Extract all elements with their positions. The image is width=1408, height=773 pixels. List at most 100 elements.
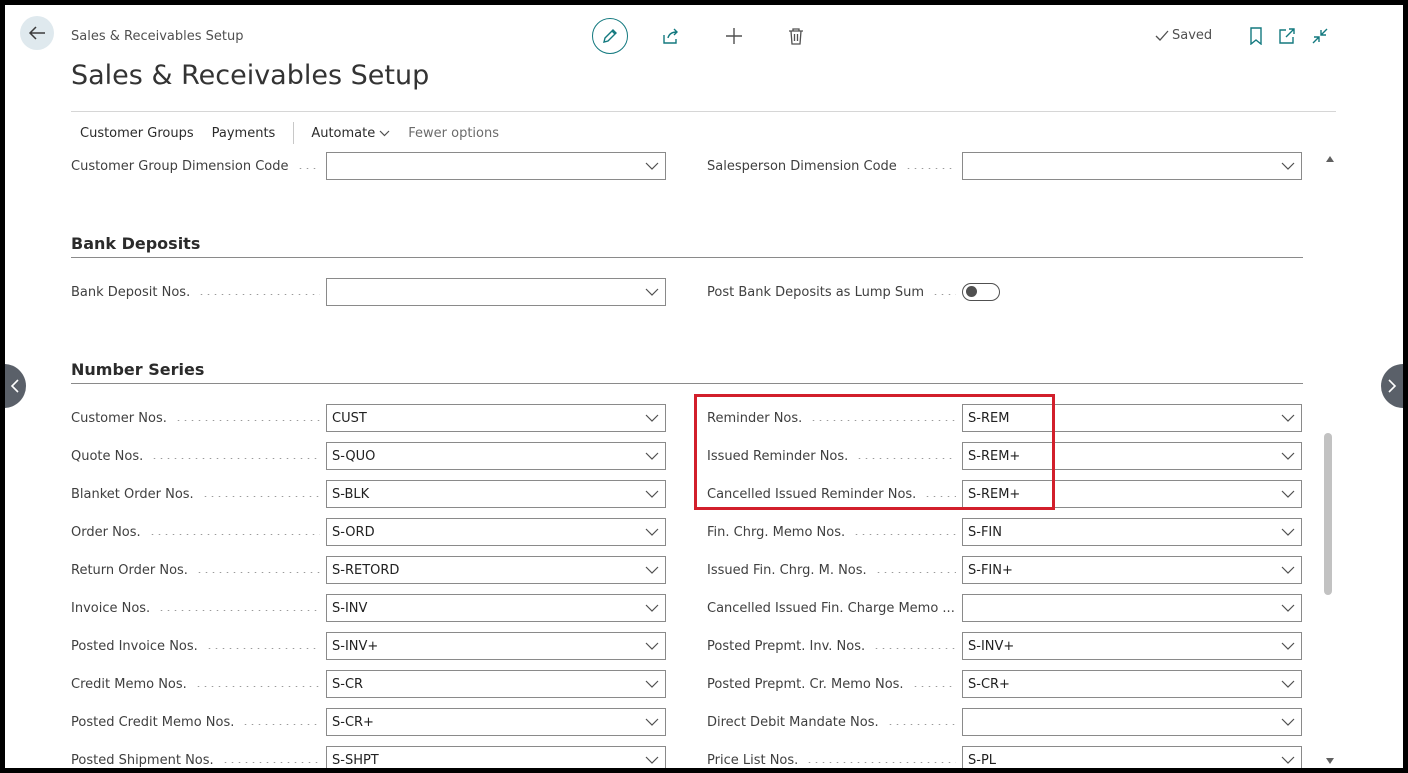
edit-button[interactable] (592, 18, 628, 54)
share-icon (663, 28, 678, 44)
action-bar: Customer Groups Payments Automate Fewer … (71, 122, 508, 144)
fin-chrg-memo-nos-label: Fin. Chrg. Memo Nos. (707, 523, 962, 541)
bank-deposit-nos-label: Bank Deposit Nos. (71, 283, 326, 301)
customer-groups-action[interactable]: Customer Groups (71, 126, 203, 141)
pencil-icon (603, 29, 617, 43)
bookmark-button[interactable] (1245, 25, 1267, 47)
chevron-down-icon[interactable] (1281, 488, 1295, 500)
delete-button[interactable] (785, 25, 807, 47)
number-series-section-title[interactable]: Number Series (71, 360, 204, 379)
chevron-down-icon[interactable] (1281, 160, 1295, 172)
quote-nos-field[interactable]: S-QUO (326, 442, 666, 470)
chevron-down-icon[interactable] (645, 754, 659, 766)
direct-debit-mandate-nos-label: Direct Debit Mandate Nos. (707, 713, 962, 731)
new-button[interactable] (723, 25, 745, 47)
posted-prepmt-cr-memo-nos-field[interactable]: S-CR+ (962, 670, 1302, 698)
posted-prepmt-inv-nos-field[interactable]: S-INV+ (962, 632, 1302, 660)
breadcrumb[interactable]: Sales & Receivables Setup (71, 29, 243, 44)
fin-chrg-memo-nos-field[interactable]: S-FIN (962, 518, 1302, 546)
post-bank-deposits-lump-sum-toggle[interactable] (962, 283, 1000, 301)
chevron-down-icon[interactable] (1281, 716, 1295, 728)
automate-label: Automate (311, 125, 376, 141)
payments-action[interactable]: Payments (203, 126, 285, 141)
share-button[interactable] (660, 25, 682, 47)
invoice-nos-field[interactable]: S-INV (326, 594, 666, 622)
chevron-down-icon[interactable] (1281, 450, 1295, 462)
previous-record-button[interactable] (5, 364, 26, 408)
chevron-down-icon[interactable] (645, 450, 659, 462)
chevron-down-icon[interactable] (1281, 526, 1295, 538)
chevron-right-icon (1388, 379, 1397, 393)
chevron-down-icon[interactable] (1281, 564, 1295, 576)
posted-shipment-nos-label: Posted Shipment Nos. (71, 751, 326, 768)
customer-nos-field[interactable]: CUST (326, 404, 666, 432)
chevron-down-icon[interactable] (1281, 602, 1295, 614)
chevron-down-icon[interactable] (645, 160, 659, 172)
salesperson-dimension-code-field[interactable] (962, 152, 1302, 180)
open-new-window-button[interactable] (1276, 25, 1298, 47)
collapse-button[interactable] (1309, 25, 1331, 47)
bank-deposit-nos-field[interactable] (326, 278, 666, 306)
customer-nos-label: Customer Nos. (71, 409, 326, 427)
chevron-down-icon[interactable] (645, 602, 659, 614)
chevron-down-icon[interactable] (645, 526, 659, 538)
plus-icon (726, 28, 742, 44)
customer-group-dimension-code-field[interactable] (326, 152, 666, 180)
order-nos-label: Order Nos. (71, 523, 326, 541)
posted-invoice-nos-field[interactable]: S-INV+ (326, 632, 666, 660)
open-in-new-window-icon (1279, 28, 1295, 44)
direct-debit-mandate-nos-field[interactable] (962, 708, 1302, 736)
section-divider (71, 383, 1303, 384)
saved-label: Saved (1172, 28, 1213, 43)
posted-shipment-nos-field[interactable]: S-SHPT (326, 746, 666, 768)
posted-credit-memo-nos-field[interactable]: S-CR+ (326, 708, 666, 736)
invoice-nos-label: Invoice Nos. (71, 599, 326, 617)
bookmark-icon (1250, 27, 1262, 45)
chevron-down-icon[interactable] (645, 488, 659, 500)
action-separator (293, 122, 295, 144)
trash-icon (789, 28, 803, 45)
checkmark-icon (1155, 30, 1169, 41)
price-list-nos-label: Price List Nos. (707, 751, 962, 768)
chevron-down-icon[interactable] (645, 412, 659, 424)
scroll-down-arrow-icon[interactable] (1325, 757, 1335, 765)
price-list-nos-field[interactable]: S-PL (962, 746, 1302, 768)
blanket-order-nos-field[interactable]: S-BLK (326, 480, 666, 508)
next-record-button[interactable] (1381, 364, 1403, 408)
cancelled-issued-fin-charge-memo-field[interactable] (962, 594, 1302, 622)
back-button[interactable] (20, 16, 54, 50)
return-order-nos-label: Return Order Nos. (71, 561, 326, 579)
arrow-left-icon (28, 26, 45, 40)
cancelled-issued-fin-charge-memo-label: Cancelled Issued Fin. Charge Memo ... (707, 600, 955, 616)
chevron-down-icon[interactable] (1281, 640, 1295, 652)
saved-status: Saved (1155, 28, 1212, 43)
chevron-down-icon[interactable] (1281, 754, 1295, 766)
return-order-nos-field[interactable]: S-RETORD (326, 556, 666, 584)
automate-action[interactable]: Automate (302, 126, 399, 141)
header-divider (71, 111, 1336, 112)
posted-prepmt-inv-nos-label: Posted Prepmt. Inv. Nos. (707, 637, 962, 655)
scroll-up-arrow-icon[interactable] (1325, 155, 1335, 163)
chevron-down-icon[interactable] (645, 678, 659, 690)
credit-memo-nos-field[interactable]: S-CR (326, 670, 666, 698)
quote-nos-label: Quote Nos. (71, 447, 326, 465)
scrollbar-thumb[interactable] (1324, 433, 1332, 595)
chevron-down-icon[interactable] (645, 640, 659, 652)
customer-group-dimension-code-label: Customer Group Dimension Code (71, 157, 326, 175)
posted-prepmt-cr-memo-nos-label: Posted Prepmt. Cr. Memo Nos. (707, 675, 962, 693)
issued-fin-chrg-m-nos-field[interactable]: S-FIN+ (962, 556, 1302, 584)
chevron-down-icon[interactable] (1281, 678, 1295, 690)
chevron-left-icon (10, 379, 19, 393)
app-window: Sales & Receivables Setup Sales & Receiv… (5, 5, 1403, 768)
bank-deposits-section-title[interactable]: Bank Deposits (71, 234, 200, 253)
page-title: Sales & Receivables Setup (71, 60, 430, 91)
chevron-down-icon[interactable] (645, 716, 659, 728)
order-nos-field[interactable]: S-ORD (326, 518, 666, 546)
chevron-down-icon (379, 130, 390, 136)
reminder-nos-highlight-box (694, 394, 1055, 510)
chevron-down-icon[interactable] (1281, 412, 1295, 424)
chevron-down-icon[interactable] (645, 564, 659, 576)
fewer-options-action[interactable]: Fewer options (399, 126, 508, 141)
chevron-down-icon[interactable] (645, 286, 659, 298)
collapse-icon (1312, 28, 1328, 44)
